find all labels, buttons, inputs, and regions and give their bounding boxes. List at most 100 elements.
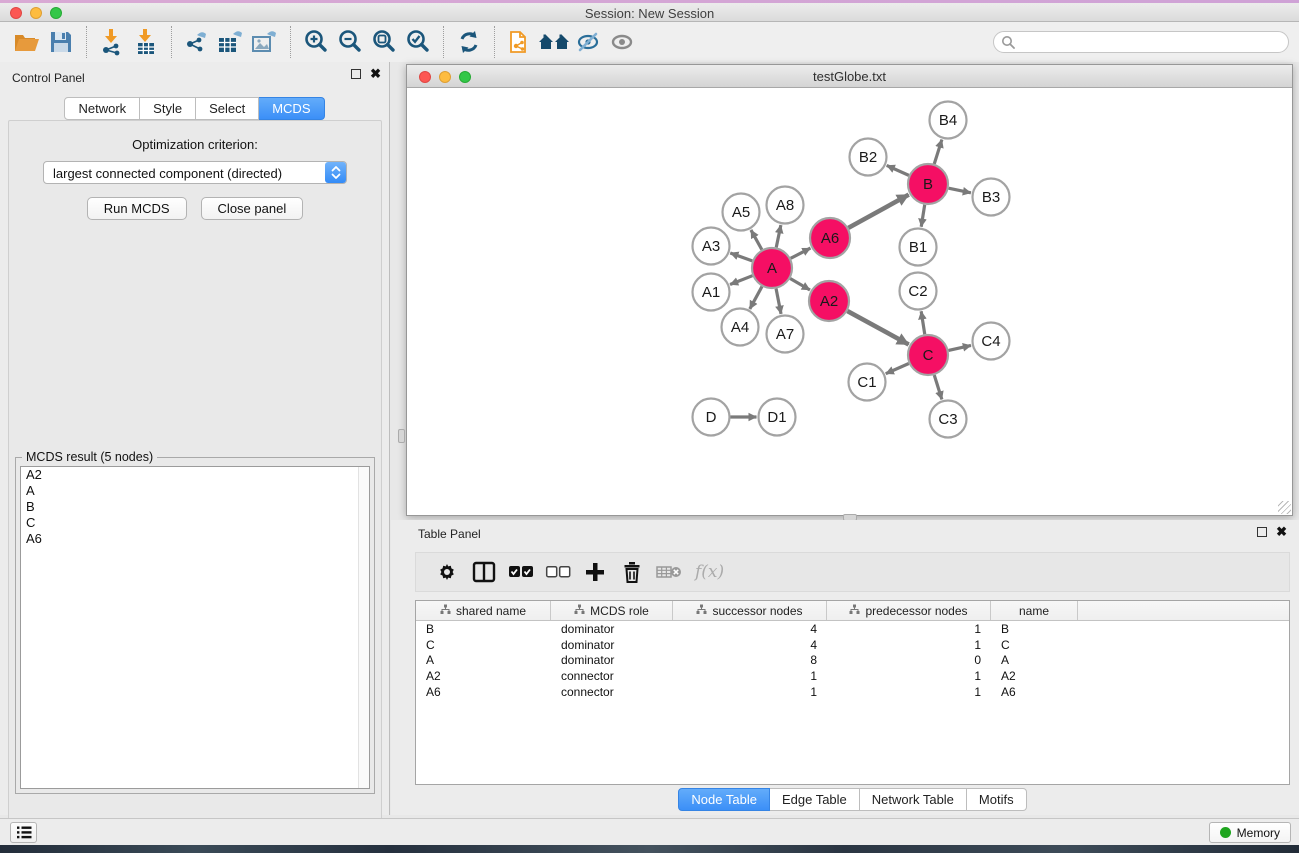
graph-node-C2[interactable]: C2 [900,273,937,310]
float-panel-icon[interactable] [1257,527,1267,537]
graph-node-A2[interactable]: A2 [809,281,849,321]
mcds-result-list[interactable]: A2ABCA6 [20,466,370,789]
table-cell[interactable]: 8 [673,653,827,667]
close-panel-button[interactable]: Close panel [201,197,304,220]
graph-node-A5[interactable]: A5 [723,194,760,231]
open-file-icon[interactable] [10,26,44,58]
zoom-out-icon[interactable] [333,26,367,58]
tab-network[interactable]: Network [64,97,140,120]
zoom-in-icon[interactable] [299,26,333,58]
table-cell[interactable]: dominator [551,622,673,636]
show-graphics-details-icon[interactable] [605,26,639,58]
table-cell[interactable]: A [416,653,551,667]
graph-node-A8[interactable]: A8 [767,187,804,224]
graph-node-A3[interactable]: A3 [693,228,730,265]
divider-handle[interactable] [398,429,405,443]
zoom-selected-icon[interactable] [401,26,435,58]
table-cell[interactable]: 1 [673,685,827,699]
graph-node-C1[interactable]: C1 [849,364,886,401]
refresh-icon[interactable] [452,26,486,58]
column-header-successor-nodes[interactable]: successor nodes [673,601,827,620]
table-cell[interactable]: 4 [673,622,827,636]
hide-graphics-details-icon[interactable] [571,26,605,58]
graph-edge-A-A3[interactable] [730,253,752,261]
select-all-icon[interactable] [502,556,539,588]
table-cell[interactable]: A6 [991,685,1078,699]
graph-node-C4[interactable]: C4 [973,323,1010,360]
graph-node-B[interactable]: B [908,164,948,204]
task-history-button[interactable] [10,822,37,843]
import-table-icon[interactable] [129,26,163,58]
table-cell[interactable]: 1 [673,669,827,683]
delete-table-icon[interactable] [650,556,687,588]
column-header-MCDS-role[interactable]: MCDS role [551,601,673,620]
graph-edge-B-B1[interactable] [921,205,924,227]
graph-node-C3[interactable]: C3 [930,401,967,438]
table-cell[interactable]: connector [551,669,673,683]
graph-edge-A6-B[interactable] [848,195,908,228]
graph-node-D1[interactable]: D1 [759,399,796,436]
table-cell[interactable]: A2 [416,669,551,683]
graph-node-A1[interactable]: A1 [693,274,730,311]
network-graph[interactable]: AA1A2A3A4A5A6A7A8BB1B2B3B4CC1C2C3C4DD1 [407,88,1292,515]
deselect-all-icon[interactable] [539,556,576,588]
new-network-from-selection-icon[interactable] [503,26,537,58]
graph-edge-A-A4[interactable] [750,286,762,309]
settings-icon[interactable] [428,556,465,588]
list-item[interactable]: B [21,499,369,515]
window-resize-grip[interactable] [1278,501,1291,514]
import-network-icon[interactable] [95,26,129,58]
table-cell[interactable]: 0 [827,653,991,667]
run-mcds-button[interactable]: Run MCDS [87,197,187,220]
tab-style[interactable]: Style [140,97,196,120]
export-network-icon[interactable] [180,26,214,58]
optimization-criterion-dropdown[interactable]: largest connected component (directed) [43,161,347,184]
list-item[interactable]: A [21,483,369,499]
list-item[interactable]: A6 [21,531,369,547]
table-cell[interactable]: 1 [827,669,991,683]
table-row[interactable]: A2connector11A2 [416,668,1289,684]
graph-node-D[interactable]: D [693,399,730,436]
graph-edge-C-C2[interactable] [921,311,925,334]
graph-node-B2[interactable]: B2 [850,139,887,176]
graph-edge-A-A6[interactable] [791,248,811,258]
zoom-fit-icon[interactable] [367,26,401,58]
tab-select[interactable]: Select [196,97,259,120]
table-cell[interactable]: connector [551,685,673,699]
scrollbar-track[interactable] [358,467,369,788]
column-header-predecessor-nodes[interactable]: predecessor nodes [827,601,991,620]
graph-edge-C-C4[interactable] [948,345,970,350]
tab-mcds[interactable]: MCDS [259,97,324,120]
graph-node-B3[interactable]: B3 [973,179,1010,216]
add-column-icon[interactable] [576,556,613,588]
column-header-shared-name[interactable]: shared name [416,601,551,620]
list-item[interactable]: C [21,515,369,531]
graph-edge-A2-C[interactable] [847,311,908,344]
delete-icon[interactable] [613,556,650,588]
graph-node-A[interactable]: A [752,248,792,288]
graph-edge-B-B2[interactable] [887,165,909,175]
close-panel-icon[interactable]: ✖ [370,69,381,79]
export-table-icon[interactable] [214,26,248,58]
graph-node-A6[interactable]: A6 [810,218,850,258]
table-cell[interactable]: dominator [551,653,673,667]
graph-node-A4[interactable]: A4 [722,309,759,346]
export-image-icon[interactable] [248,26,282,58]
table-cell[interactable]: 1 [827,638,991,652]
column-header-name[interactable]: name [991,601,1078,620]
graph-edge-A-A7[interactable] [776,289,781,314]
close-panel-icon[interactable]: ✖ [1276,527,1287,537]
float-panel-icon[interactable] [351,69,361,79]
graph-edge-A-A8[interactable] [776,225,781,247]
table-row[interactable]: Bdominator41B [416,621,1289,637]
graph-edge-A-A5[interactable] [751,230,762,250]
table-cell[interactable]: B [416,622,551,636]
graph-node-A7[interactable]: A7 [767,316,804,353]
table-cell[interactable]: B [991,622,1078,636]
graph-node-C[interactable]: C [908,335,948,375]
table-cell[interactable]: 4 [673,638,827,652]
table-cell[interactable]: dominator [551,638,673,652]
function-builder-icon[interactable]: f(x) [695,562,724,582]
tab-node-table[interactable]: Node Table [678,788,770,811]
save-session-icon[interactable] [44,26,78,58]
